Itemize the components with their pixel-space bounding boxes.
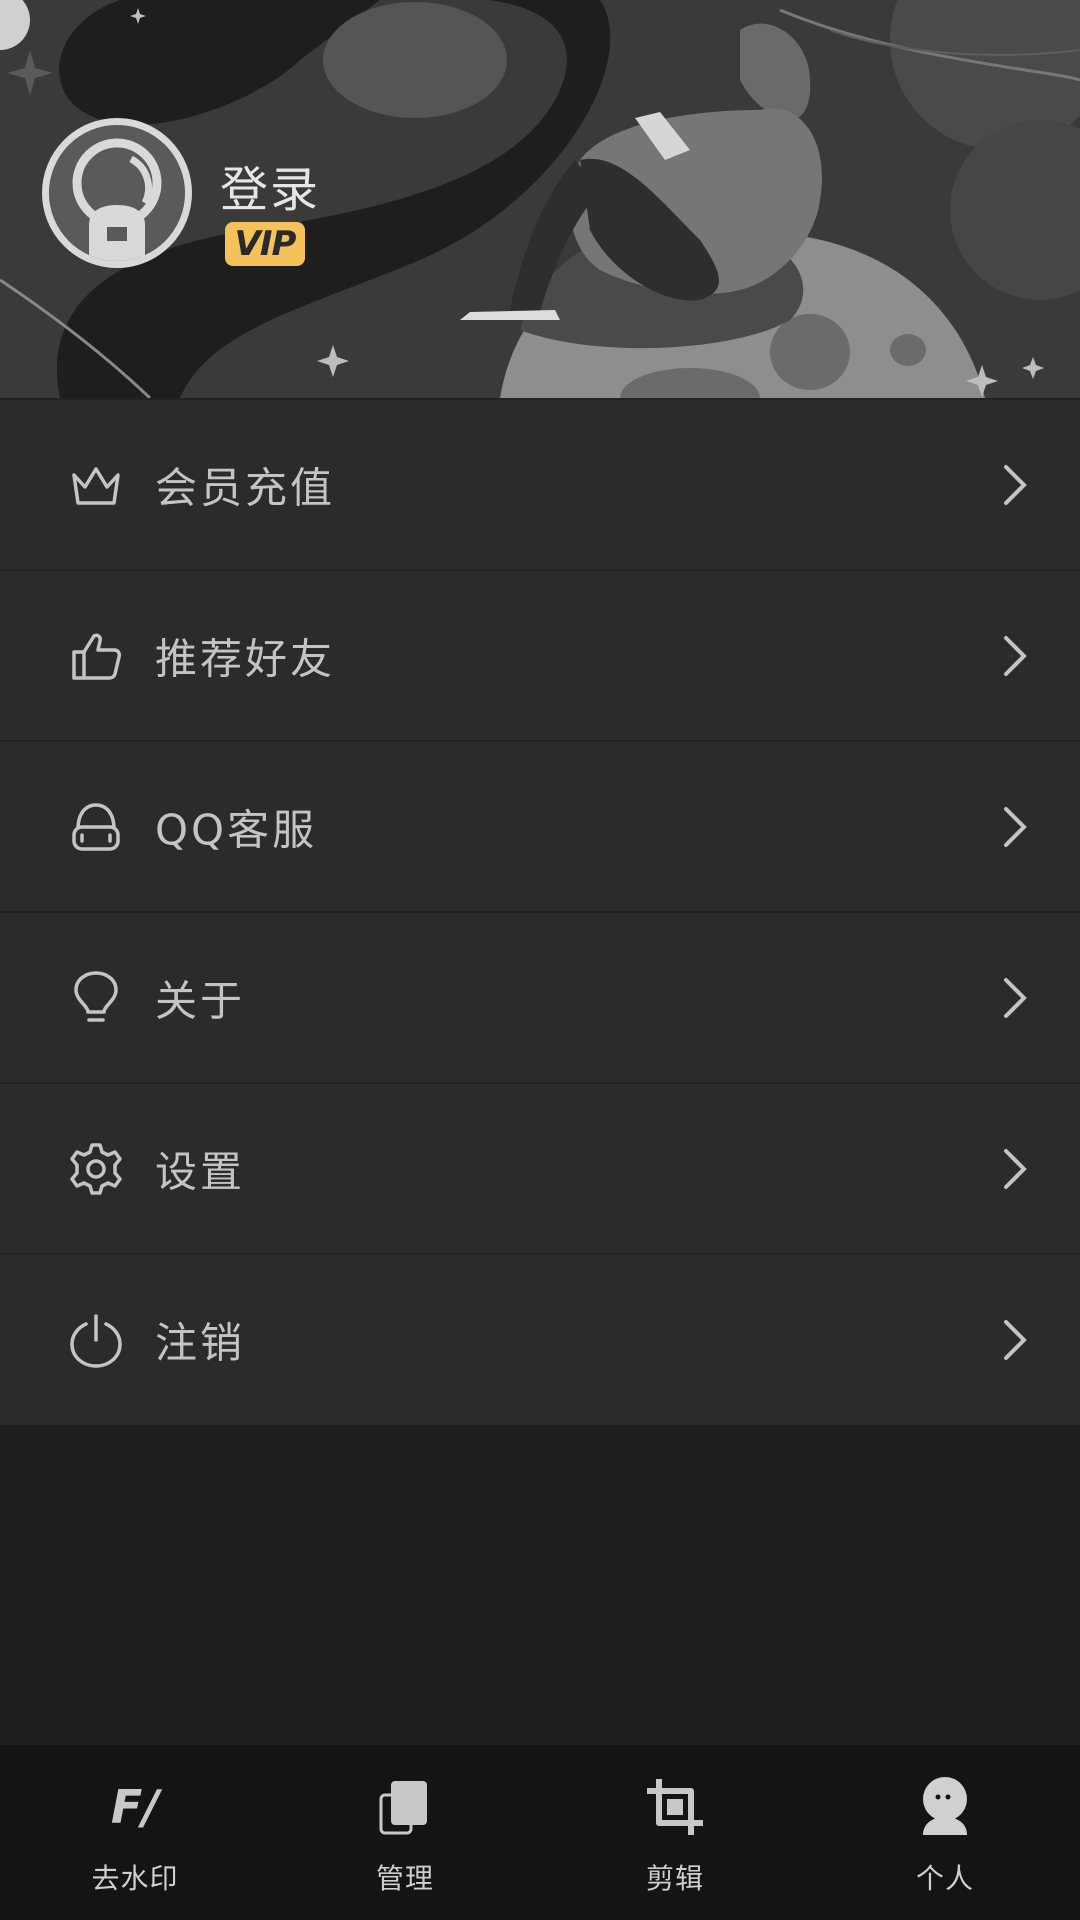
chevron-right-icon — [1004, 635, 1027, 676]
chevron-right-icon — [1004, 1320, 1027, 1360]
power-icon — [70, 1314, 122, 1368]
person-icon — [923, 1777, 967, 1835]
menu-item-recommend-friend[interactable]: 推荐好友 — [0, 571, 1080, 742]
nav-label: 剪辑 — [645, 1862, 704, 1895]
crop-icon — [647, 1779, 703, 1835]
menu-item-label: 会员充值 — [155, 463, 336, 512]
menu-item-logout[interactable]: 注销 — [0, 1255, 1080, 1425]
chevron-right-icon — [1004, 1148, 1027, 1189]
menu-item-settings[interactable]: 设置 — [0, 1084, 1080, 1255]
bottom-nav: F/ 去水印 管理 剪辑 个人 — [0, 1745, 1080, 1920]
chevron-right-icon — [1004, 806, 1027, 847]
menu-item-label: 推荐好友 — [155, 634, 336, 683]
menu-item-label: 关于 — [155, 976, 246, 1025]
nav-tab-profile[interactable]: 个人 — [810, 1745, 1080, 1920]
svg-text:F/: F/ — [111, 1780, 162, 1834]
menu-item-vip-recharge[interactable]: 会员充值 — [0, 400, 1080, 571]
nav-label: 个人 — [915, 1862, 974, 1895]
login-button[interactable]: 登录 — [220, 150, 320, 220]
menu-item-qq-service[interactable]: QQ客服 — [0, 742, 1080, 913]
nav-tab-edit[interactable]: 剪辑 — [540, 1745, 810, 1920]
profile-header: 登录 VIP — [0, 0, 1080, 400]
vip-badge: VIP — [225, 222, 305, 266]
nav-tab-watermark[interactable]: F/ 去水印 — [0, 1745, 270, 1920]
menu-item-about[interactable]: 关于 — [0, 913, 1080, 1084]
nav-label: 管理 — [375, 1862, 434, 1895]
menu-item-label: 注销 — [155, 1318, 246, 1368]
crown-icon — [72, 466, 120, 505]
gear-icon — [70, 1142, 122, 1195]
astronaut-avatar-icon — [49, 125, 185, 261]
nav-tab-manage[interactable]: 管理 — [270, 1745, 540, 1920]
menu-item-label: 设置 — [155, 1147, 246, 1196]
files-icon — [379, 1781, 427, 1835]
chevron-right-icon — [1004, 977, 1027, 1018]
watermark-icon: F/ — [111, 1780, 162, 1834]
menu-item-label: QQ客服 — [155, 805, 318, 854]
avatar[interactable] — [42, 118, 192, 268]
chevron-right-icon — [1004, 464, 1027, 505]
settings-menu: 会员充值 推荐好友 QQ客服 关于 设置 注销 — [0, 400, 1080, 1425]
thumbs-up-icon — [72, 633, 121, 680]
headset-icon — [72, 802, 120, 851]
lightbulb-icon — [74, 970, 118, 1022]
nav-label: 去水印 — [91, 1862, 179, 1895]
